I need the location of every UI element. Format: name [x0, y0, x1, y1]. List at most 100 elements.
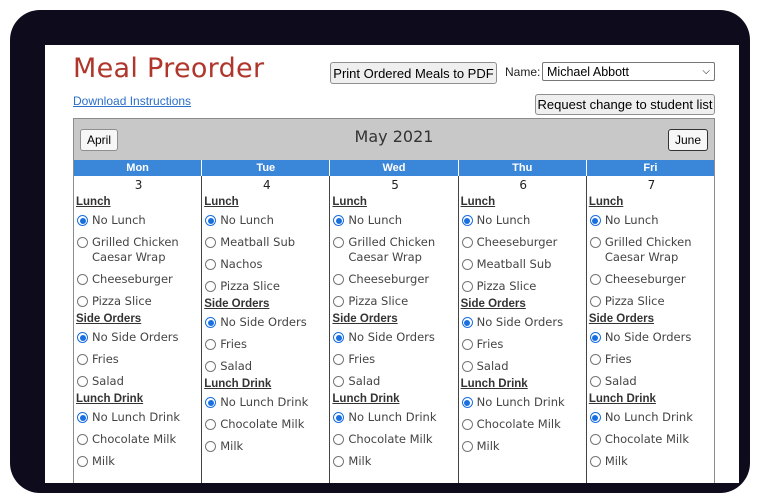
meal-option[interactable]: Fries [461, 337, 586, 352]
meal-option[interactable]: Milk [589, 454, 714, 469]
meal-option[interactable]: No Lunch Drink [589, 410, 714, 425]
meal-option[interactable]: Chocolate Milk [204, 417, 329, 432]
print-meals-button[interactable]: Print Ordered Meals to PDF [330, 62, 497, 84]
meal-option[interactable]: Grilled Chicken Caesar Wrap [332, 235, 457, 265]
radio-unselected-icon[interactable] [461, 281, 473, 292]
radio-unselected-icon[interactable] [589, 434, 601, 445]
meal-option[interactable]: Milk [76, 454, 201, 469]
meal-option[interactable]: No Lunch [461, 213, 586, 228]
meal-option[interactable]: Pizza Slice [76, 294, 201, 309]
meal-option[interactable]: No Lunch [589, 213, 714, 228]
meal-option[interactable]: Chocolate Milk [76, 432, 201, 447]
meal-option[interactable]: Pizza Slice [461, 279, 586, 294]
radio-selected-icon[interactable] [205, 215, 217, 226]
meal-option[interactable]: Chocolate Milk [589, 432, 714, 447]
meal-option[interactable]: Cheeseburger [76, 272, 201, 287]
meal-option[interactable]: Chocolate Milk [332, 432, 457, 447]
radio-selected-icon[interactable] [77, 412, 88, 423]
radio-unselected-icon[interactable] [589, 237, 601, 248]
meal-option[interactable]: No Lunch [204, 213, 329, 228]
meal-option[interactable]: Fries [204, 337, 329, 352]
radio-unselected-icon[interactable] [461, 339, 473, 350]
radio-unselected-icon[interactable] [205, 361, 217, 372]
meal-option[interactable]: No Side Orders [332, 330, 457, 345]
meal-option[interactable]: No Lunch Drink [332, 410, 457, 425]
radio-selected-icon[interactable] [589, 332, 601, 343]
radio-selected-icon[interactable] [333, 412, 345, 423]
radio-unselected-icon[interactable] [333, 237, 345, 248]
radio-unselected-icon[interactable] [77, 296, 88, 307]
radio-unselected-icon[interactable] [333, 456, 345, 467]
meal-option[interactable]: Nachos [204, 257, 329, 272]
radio-unselected-icon[interactable] [461, 237, 473, 248]
radio-unselected-icon[interactable] [205, 281, 217, 292]
meal-option[interactable]: Salad [589, 374, 714, 389]
meal-option[interactable]: Pizza Slice [332, 294, 457, 309]
radio-unselected-icon[interactable] [589, 376, 601, 387]
meal-option[interactable]: Milk [461, 439, 586, 454]
meal-option[interactable]: No Lunch Drink [204, 395, 329, 410]
radio-selected-icon[interactable] [589, 412, 601, 423]
student-name-select[interactable]: Michael Abbott ⌵ [542, 62, 715, 81]
meal-option[interactable]: Salad [461, 359, 586, 374]
meal-option[interactable]: Cheeseburger [461, 235, 586, 250]
request-change-button[interactable]: Request change to student list [535, 94, 715, 115]
meal-option[interactable]: Cheeseburger [332, 272, 457, 287]
radio-selected-icon[interactable] [77, 215, 88, 226]
radio-selected-icon[interactable] [205, 397, 217, 408]
radio-unselected-icon[interactable] [77, 456, 88, 467]
radio-selected-icon[interactable] [461, 215, 473, 226]
radio-unselected-icon[interactable] [77, 237, 88, 248]
meal-option[interactable]: No Side Orders [461, 315, 586, 330]
meal-option[interactable]: Cheeseburger [589, 272, 714, 287]
radio-selected-icon[interactable] [77, 332, 88, 343]
meal-option[interactable]: No Lunch [76, 213, 201, 228]
radio-unselected-icon[interactable] [77, 376, 88, 387]
meal-option[interactable]: Chocolate Milk [461, 417, 586, 432]
radio-unselected-icon[interactable] [205, 339, 217, 350]
radio-unselected-icon[interactable] [461, 361, 473, 372]
meal-option[interactable]: No Side Orders [589, 330, 714, 345]
meal-option[interactable]: No Side Orders [76, 330, 201, 345]
meal-option[interactable]: No Lunch [332, 213, 457, 228]
radio-selected-icon[interactable] [589, 215, 601, 226]
radio-unselected-icon[interactable] [205, 441, 217, 452]
meal-option[interactable]: Pizza Slice [589, 294, 714, 309]
meal-option[interactable]: No Lunch Drink [76, 410, 201, 425]
radio-unselected-icon[interactable] [333, 354, 345, 365]
radio-unselected-icon[interactable] [77, 434, 88, 445]
radio-unselected-icon[interactable] [77, 354, 88, 365]
radio-unselected-icon[interactable] [333, 434, 345, 445]
radio-unselected-icon[interactable] [333, 296, 345, 307]
meal-option[interactable]: Salad [204, 359, 329, 374]
meal-option[interactable]: Meatball Sub [461, 257, 586, 272]
meal-option[interactable]: Fries [76, 352, 201, 367]
meal-option[interactable]: Fries [332, 352, 457, 367]
radio-selected-icon[interactable] [205, 317, 217, 328]
radio-unselected-icon[interactable] [461, 419, 473, 430]
radio-unselected-icon[interactable] [461, 441, 473, 452]
meal-option[interactable]: Milk [204, 439, 329, 454]
radio-unselected-icon[interactable] [461, 259, 473, 270]
meal-option[interactable]: Pizza Slice [204, 279, 329, 294]
radio-unselected-icon[interactable] [333, 376, 345, 387]
meal-option[interactable]: Grilled Chicken Caesar Wrap [76, 235, 201, 265]
radio-selected-icon[interactable] [333, 215, 345, 226]
meal-option[interactable]: No Side Orders [204, 315, 329, 330]
radio-unselected-icon[interactable] [589, 274, 601, 285]
radio-unselected-icon[interactable] [205, 259, 217, 270]
download-instructions-link[interactable]: Download Instructions [73, 94, 191, 108]
meal-option[interactable]: No Lunch Drink [461, 395, 586, 410]
radio-selected-icon[interactable] [333, 332, 345, 343]
radio-selected-icon[interactable] [461, 397, 473, 408]
radio-unselected-icon[interactable] [205, 237, 217, 248]
meal-option[interactable]: Fries [589, 352, 714, 367]
meal-option[interactable]: Milk [332, 454, 457, 469]
meal-option[interactable]: Grilled Chicken Caesar Wrap [589, 235, 714, 265]
meal-option[interactable]: Salad [332, 374, 457, 389]
radio-unselected-icon[interactable] [77, 274, 88, 285]
radio-unselected-icon[interactable] [589, 296, 601, 307]
meal-option[interactable]: Meatball Sub [204, 235, 329, 250]
radio-unselected-icon[interactable] [205, 419, 217, 430]
radio-unselected-icon[interactable] [589, 354, 601, 365]
